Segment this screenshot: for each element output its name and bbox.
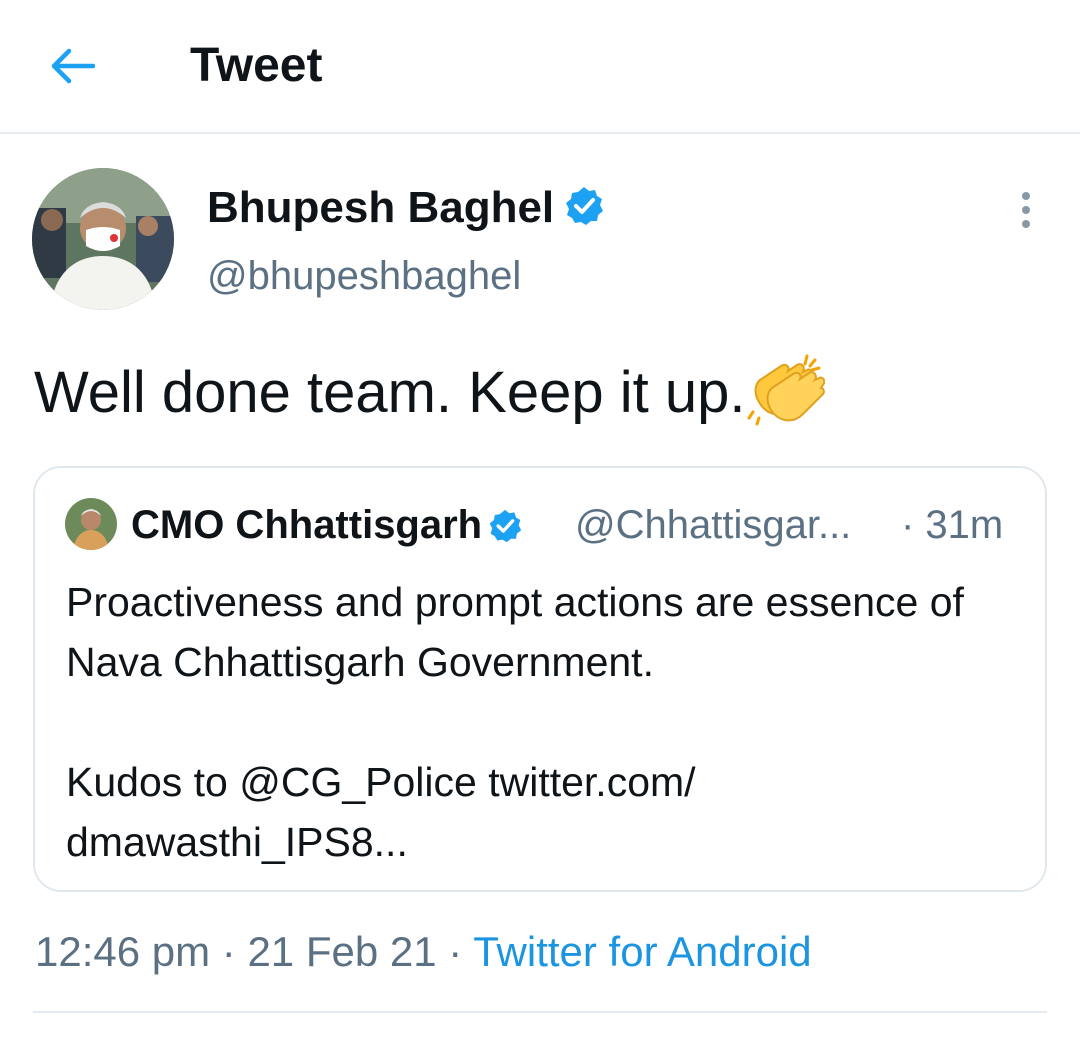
quoted-text-paragraph: Proactiveness and prompt actions are ess… [66, 579, 964, 685]
top-app-bar: Tweet [0, 0, 1080, 134]
back-button[interactable] [40, 36, 104, 96]
meta-separator: · [210, 928, 248, 975]
quoted-tweet-time: · 31m [901, 503, 1004, 547]
more-vertical-icon [1022, 192, 1030, 228]
author-avatar[interactable] [32, 168, 174, 310]
arrow-left-icon [51, 48, 95, 84]
meta-separator: · [436, 928, 474, 975]
quoted-tweet-text: Proactiveness and prompt actions are ess… [66, 572, 1016, 872]
clapping-hands-icon [747, 352, 826, 445]
quoted-author-avatar [65, 498, 117, 550]
tweet-time: 12:46 pm [35, 928, 211, 975]
tweet-text: Well done team. Keep it up. [34, 352, 826, 445]
quoted-author-name-text: CMO Chhattisgarh [131, 503, 483, 547]
tweet-metadata: 12:46 pm · 21 Feb 21 · Twitter for Andro… [35, 924, 812, 980]
more-options-button[interactable] [1006, 184, 1046, 236]
quoted-author-name: CMO Chhattisgarh [131, 500, 522, 555]
verified-badge-icon [564, 184, 604, 240]
tweet-text-content: Well done team. Keep it up. [34, 360, 746, 425]
author-handle[interactable]: @bhupeshbaghel [207, 250, 521, 302]
tweet-date: 21 Feb 21 [247, 928, 437, 975]
quoted-tweet-card[interactable]: CMO Chhattisgarh @Chhattisgar... · 31m P… [33, 466, 1047, 892]
author-display-name[interactable]: Bhupesh Baghel [207, 180, 604, 240]
tweet-source-link[interactable]: Twitter for Android [473, 928, 811, 975]
author-name-text: Bhupesh Baghel [207, 183, 555, 232]
quoted-author-handle: @Chhattisgar... [575, 503, 852, 547]
quoted-text-line: Kudos to @CG_Police twitter.com/ [66, 759, 696, 805]
quoted-verified-badge-icon [488, 505, 522, 555]
divider [33, 1011, 1047, 1013]
page-title: Tweet [190, 39, 323, 92]
quoted-text-line: dmawasthi_IPS8... [66, 819, 408, 865]
